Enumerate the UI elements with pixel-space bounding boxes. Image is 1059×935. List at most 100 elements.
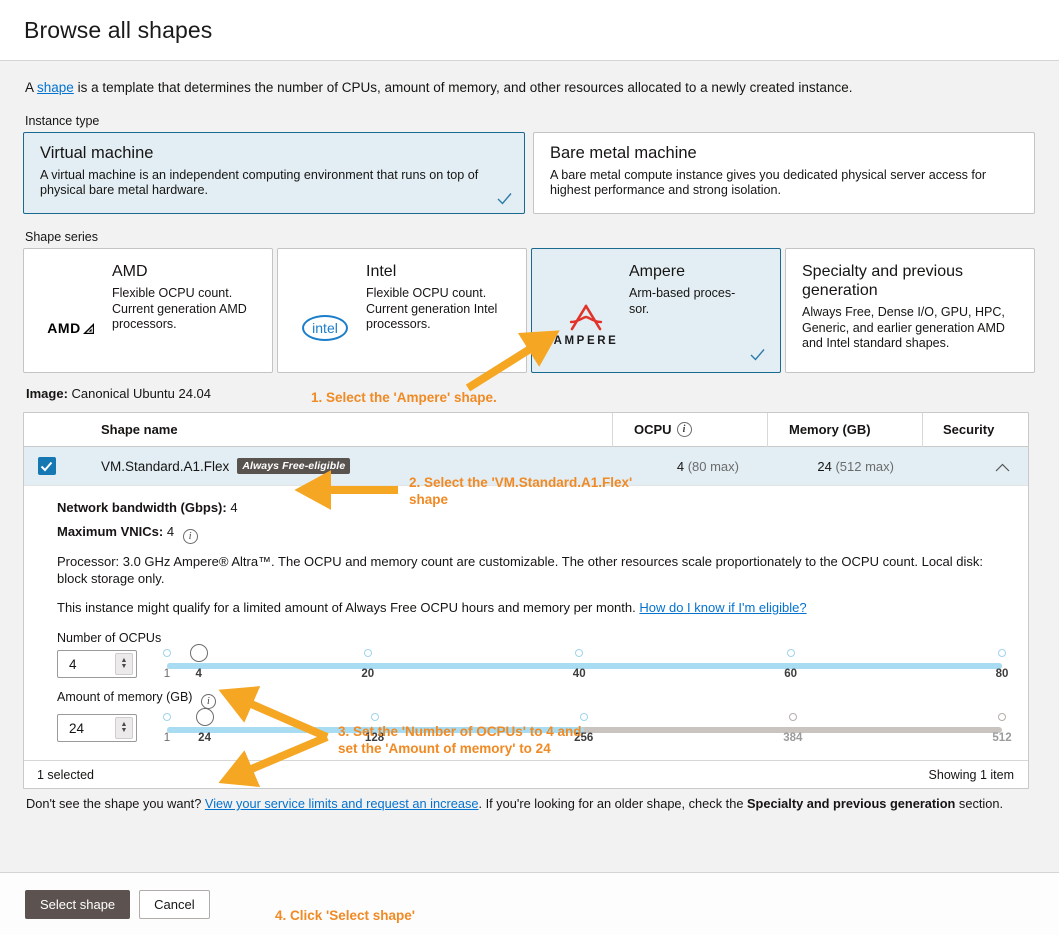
slider-tick-dot — [998, 649, 1006, 657]
slider-tick-dot — [575, 649, 584, 657]
table-header-security[interactable]: Security — [922, 412, 1028, 447]
maximum-vnics-line: Maximum VNICs: 4 i — [57, 524, 1028, 544]
dialog-footer: Select shape Cancel — [0, 872, 1059, 935]
shape-series-label: Shape series — [25, 230, 98, 244]
table-header-ocpu[interactable]: OCPU i — [612, 412, 767, 447]
memory-slider-thumb[interactable] — [195, 708, 214, 726]
ocpu-track-wrap: 1 4 20 40 60 80 — [163, 644, 1008, 680]
shape-link[interactable]: shape — [37, 80, 74, 95]
intro-prefix: A — [25, 80, 38, 95]
slider-tick-label: 4 — [195, 668, 202, 680]
page-title: Browse all shapes — [24, 16, 213, 43]
row-ocpu-value: 4 — [676, 458, 685, 474]
select-shape-button[interactable]: Select shape — [25, 889, 131, 919]
shape-series-desc: Arm-based proces- sor. — [629, 286, 736, 316]
memory-track-wrap: 1 24 128 256 384 512 — [163, 708, 1012, 744]
row-checkbox[interactable] — [37, 457, 56, 475]
row-memory-max: (512 max) — [835, 458, 894, 474]
image-value: Canonical Ubuntu 24.04 — [71, 386, 212, 401]
shape-series-options: AMD AMD Flexible OCPU count. Current gen… — [23, 248, 1039, 373]
ampere-logo-text: AMPERE — [553, 334, 619, 347]
table-header-row: Shape name OCPU i Memory (GB) Security — [24, 412, 1028, 447]
shape-series-name: Ampere — [629, 263, 686, 280]
eligibility-link[interactable]: How do I know if I'm eligible? — [639, 600, 806, 615]
slider-tick-dot — [163, 713, 171, 721]
showing-count: Showing 1 item — [928, 767, 1014, 782]
instance-type-title: Virtual machine — [40, 144, 154, 162]
table-header-checkbox-cell — [24, 413, 69, 447]
processor-description: Processor: 3.0 GHz Ampere® Altra™. The O… — [57, 554, 984, 586]
below-table-p3: section. — [955, 796, 1004, 811]
memory-stepper[interactable]: ▲▼ — [57, 714, 137, 742]
maximum-vnics-label: Maximum VNICs: — [57, 524, 164, 539]
image-label: Image: — [26, 386, 68, 401]
shape-series-desc: Always Free, Dense I/O, GPU, HPC, Generi… — [802, 305, 1005, 350]
shape-series-name: Specialty and previous generation — [802, 263, 963, 299]
info-icon[interactable]: i — [182, 529, 198, 544]
slider-tick-dot — [163, 649, 171, 657]
shape-series-name: AMD — [112, 263, 148, 280]
row-ocpu-max: (80 max) — [687, 458, 739, 474]
always-free-eligible-badge: Always Free-eligible — [237, 458, 351, 474]
amd-logo-icon: AMD — [35, 262, 107, 372]
instance-type-title: Bare metal machine — [550, 144, 697, 162]
browse-all-shapes-dialog: Browse all shapes A shape is a template … — [0, 0, 1059, 935]
instance-type-desc: A bare metal compute instance gives you … — [550, 168, 987, 197]
instance-type-card-virtual-machine[interactable]: Virtual machine A virtual machine is an … — [23, 132, 525, 214]
slider-tick-label: 384 — [783, 732, 803, 744]
annotation-step-3: 3. Set the 'Number of OCPUs' to 4 and se… — [338, 724, 582, 756]
always-free-note-text: This instance might qualify for a limite… — [57, 600, 640, 615]
slider-tick-label: 1 — [163, 732, 171, 744]
slider-tick-dot — [363, 649, 372, 657]
ocpu-stepper[interactable]: ▲▼ — [57, 650, 137, 678]
annotation-step-2: 2. Select the 'VM.Standard.A1.Flex' shap… — [409, 475, 633, 507]
ocpu-stepper-buttons[interactable]: ▲ ▼ — [115, 653, 133, 675]
checkmark-icon — [496, 190, 513, 207]
image-info: Image: Canonical Ubuntu 24.04 — [26, 386, 1039, 401]
instance-type-card-bare-metal-machine[interactable]: Bare metal machine A bare metal compute … — [533, 132, 1035, 214]
always-free-note: This instance might qualify for a limite… — [57, 600, 1028, 615]
intel-logo-icon: intel — [289, 262, 361, 372]
slider-tick-label: 512 — [992, 732, 1012, 744]
shape-series-card-ampere[interactable]: AMPERE Ampere Arm-based proces- sor. — [531, 248, 781, 373]
slider-tick-dot — [788, 713, 797, 721]
info-icon[interactable]: i — [200, 694, 216, 709]
instance-type-desc: A virtual machine is an independent comp… — [40, 168, 479, 197]
shape-series-card-intel[interactable]: intel Intel Flexible OCPU count. Current… — [277, 248, 527, 373]
table-header-shape-name[interactable]: Shape name — [69, 413, 612, 447]
memory-slider-label: Amount of memory (GB) i — [57, 690, 1028, 709]
shape-series-name: Intel — [366, 263, 397, 280]
slider-tick-label: 80 — [995, 668, 1009, 680]
info-icon[interactable]: i — [676, 422, 692, 437]
maximum-vnics-value: 4 — [166, 524, 175, 539]
row-checkbox-cell — [24, 457, 69, 475]
intel-logo-text: intel — [312, 320, 338, 336]
ocpu-slider-thumb[interactable] — [189, 644, 208, 662]
slider-tick-label: 20 — [361, 668, 375, 680]
table-header-memory[interactable]: Memory (GB) — [767, 412, 922, 447]
network-bandwidth-value: 4 — [230, 500, 238, 515]
memory-stepper-buttons[interactable]: ▲ ▼ — [115, 717, 133, 739]
shape-series-card-amd[interactable]: AMD AMD Flexible OCPU count. Current gen… — [23, 248, 273, 373]
row-shape-name-cell: VM.Standard.A1.Flex Always Free-eligible — [69, 458, 612, 474]
ocpu-slider-label: Number of OCPUs — [57, 631, 162, 645]
ocpu-input[interactable] — [67, 655, 115, 673]
annotation-step-1: 1. Select the 'Ampere' shape. — [311, 390, 497, 405]
slider-tick-dot — [370, 713, 379, 721]
cancel-button[interactable]: Cancel — [139, 889, 210, 919]
slider-tick-dot — [998, 713, 1006, 721]
intro-text: A shape is a template that determines th… — [25, 80, 1039, 95]
intro-suffix: is a template that determines the number… — [73, 80, 853, 95]
table-footer: 1 selected Showing 1 item — [24, 760, 1028, 788]
shape-series-card-specialty-and-previous-generation[interactable]: Specialty and previous generation Always… — [785, 248, 1035, 373]
memory-input[interactable] — [67, 719, 115, 737]
row-shape-name: VM.Standard.A1.Flex — [101, 458, 230, 474]
selected-count: 1 selected — [37, 767, 94, 782]
annotation-step-4: 4. Click 'Select shape' — [275, 908, 415, 923]
table-header-ocpu-label: OCPU — [634, 422, 672, 437]
chevron-up-icon[interactable] — [995, 460, 1010, 475]
checkmark-icon — [749, 346, 766, 363]
service-limits-link[interactable]: View your service limits and request an … — [205, 796, 479, 811]
below-table-note: Don't see the shape you want? View your … — [26, 796, 1039, 811]
slider-tick-dot — [579, 713, 588, 721]
